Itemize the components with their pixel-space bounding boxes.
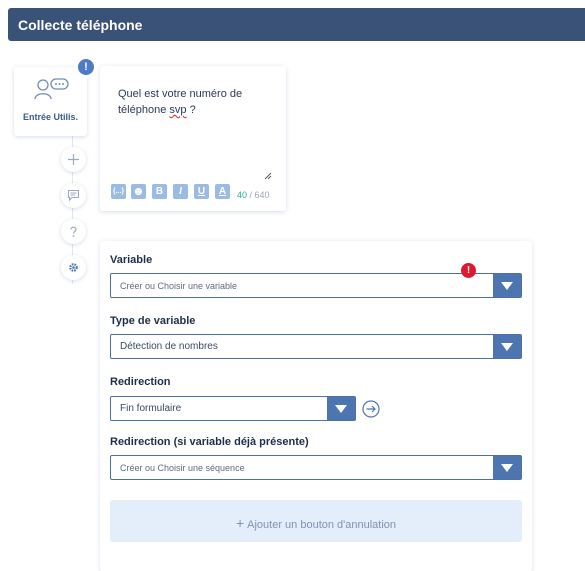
text-color-button[interactable]: A: [215, 184, 230, 199]
message-text-end: ?: [186, 104, 196, 116]
settings-button[interactable]: [61, 255, 86, 280]
variable-type-value: Détection de nombres: [120, 341, 218, 352]
goto-arrow-icon[interactable]: [362, 400, 380, 418]
redirection-label: Redirection: [110, 376, 171, 388]
misspelled-word: svp: [169, 104, 187, 116]
user-chat-icon: [34, 78, 69, 100]
entree-utilisateur-block[interactable]: Entrée Utilis.: [14, 67, 87, 136]
redirection-dropdown-arrow[interactable]: [327, 397, 355, 420]
caret-down-icon: [335, 405, 347, 413]
caret-down-icon: [501, 464, 513, 472]
redirection-present-select[interactable]: Créer ou Choisir une séquence: [110, 455, 522, 480]
variable-select[interactable]: Créer ou Choisir une variable: [110, 273, 522, 298]
plus-icon: [68, 154, 79, 165]
char-counter: 40 / 640: [237, 190, 270, 200]
variable-dropdown-arrow[interactable]: [493, 274, 521, 297]
panel-header: Collecte téléphone: [8, 8, 585, 41]
underline-button[interactable]: U: [194, 184, 209, 199]
char-count: 40: [237, 190, 248, 200]
message-textarea[interactable]: Quel est votre numéro de téléphone svp ?: [118, 86, 268, 118]
variable-placeholder: Créer ou Choisir une variable: [120, 281, 238, 291]
italic-button[interactable]: I: [173, 184, 188, 199]
comment-button[interactable]: [61, 183, 86, 208]
help-icon: [70, 226, 77, 237]
resize-handle-icon[interactable]: [264, 172, 272, 180]
gear-icon: [69, 263, 78, 272]
entree-label: Entrée Utilis.: [22, 112, 78, 122]
warning-badge: !: [78, 59, 94, 75]
variable-type-label: Type de variable: [110, 315, 196, 327]
variable-label: Variable: [110, 254, 153, 266]
variable-form: Variable Créer ou Choisir une variable !…: [100, 241, 532, 571]
caret-down-icon: [501, 343, 513, 351]
plus-icon: +: [235, 515, 245, 531]
error-badge: !: [461, 263, 476, 278]
variable-insert-button[interactable]: {...}: [111, 184, 126, 199]
message-block[interactable]: Quel est votre numéro de téléphone svp ?…: [100, 66, 286, 211]
add-cancel-button[interactable]: + Ajouter un bouton d'annulation: [110, 500, 522, 542]
emoji-button[interactable]: ☻: [131, 184, 146, 199]
redirection-present-dropdown-arrow[interactable]: [493, 456, 521, 479]
variable-type-select[interactable]: Détection de nombres: [110, 334, 522, 359]
bold-button[interactable]: B: [152, 184, 167, 199]
add-cancel-text: + Ajouter un bouton d'annulation: [110, 515, 522, 531]
redirection-select[interactable]: Fin formulaire: [110, 396, 356, 421]
redirection-value: Fin formulaire: [120, 403, 182, 414]
redirection-present-placeholder: Créer ou Choisir une séquence: [120, 463, 245, 473]
comment-icon: [67, 189, 80, 202]
variable-type-dropdown-arrow[interactable]: [493, 335, 521, 358]
char-separator: /: [247, 190, 255, 200]
caret-down-icon: [501, 282, 513, 290]
redirection-present-label: Redirection (si variable déjà présente): [110, 436, 309, 448]
help-button[interactable]: [61, 219, 86, 244]
char-max: 640: [254, 190, 270, 200]
add-cancel-label: Ajouter un bouton d'annulation: [247, 519, 397, 531]
panel-title: Collecte téléphone: [18, 17, 143, 33]
add-button[interactable]: [61, 147, 86, 172]
